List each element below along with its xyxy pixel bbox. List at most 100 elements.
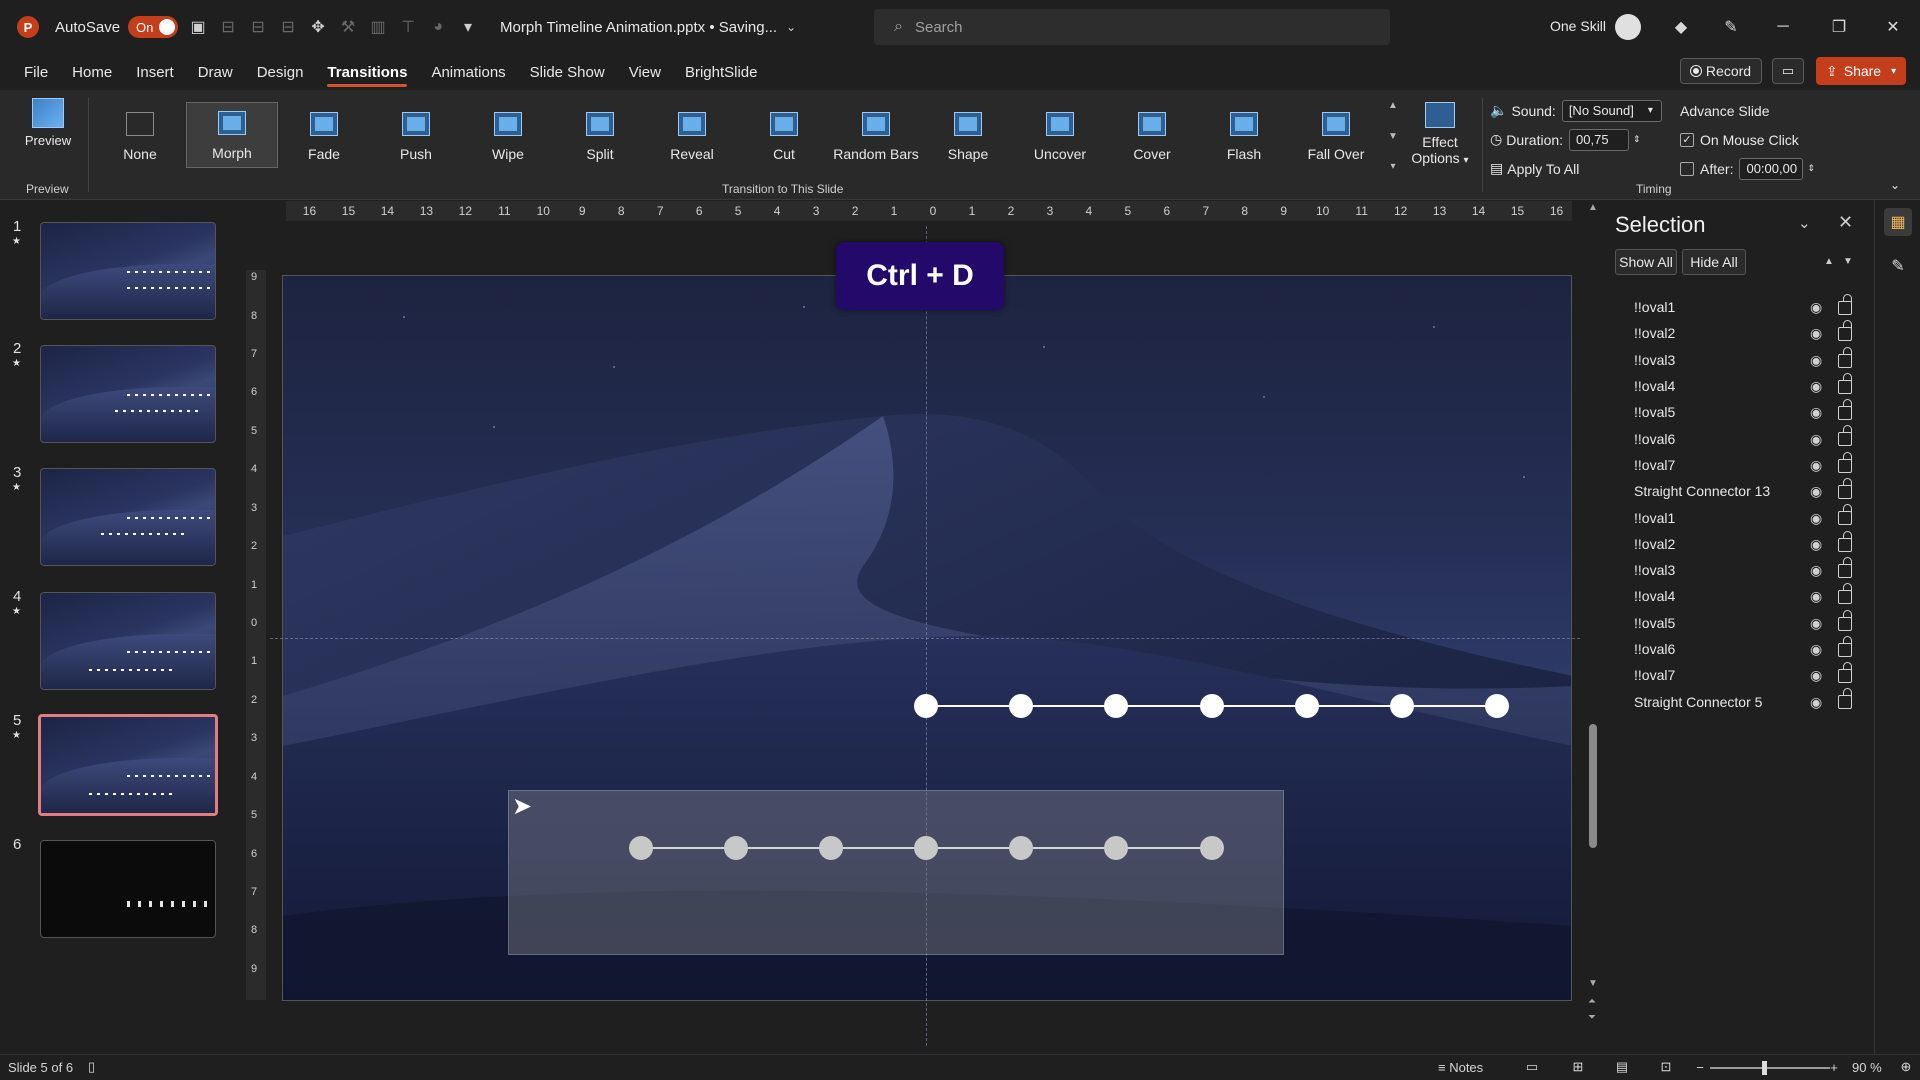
spinner-icon[interactable]: ⇕ <box>1633 134 1641 145</box>
comments-button[interactable]: ▭ <box>1772 58 1804 84</box>
after-checkbox[interactable] <box>1680 161 1694 176</box>
scrollbar-thumb[interactable] <box>1589 724 1597 848</box>
visibility-eye-icon[interactable]: ◉ <box>1810 537 1828 551</box>
visibility-eye-icon[interactable]: ◉ <box>1810 589 1828 603</box>
bring-forward-icon[interactable]: ▲ <box>1821 253 1837 269</box>
timeline-dot[interactable] <box>1200 836 1224 860</box>
transition-cover[interactable]: Cover <box>1106 102 1198 168</box>
diamond-icon[interactable]: ◆ <box>1668 14 1694 40</box>
unlock-icon[interactable] <box>1838 504 1852 526</box>
unlock-icon[interactable] <box>1838 478 1852 500</box>
sound-select[interactable]: [No Sound] <box>1561 99 1662 122</box>
selection-item[interactable]: !!oval7 ◉ <box>1602 662 1874 688</box>
notes-button[interactable]: ≡ Notes <box>1438 1060 1483 1075</box>
slide-thumbnail-1[interactable] <box>40 222 216 320</box>
unlock-icon[interactable] <box>1838 399 1852 421</box>
on-mouse-click-checkbox[interactable]: ✓ <box>1680 132 1694 147</box>
zoom-out-icon[interactable]: − <box>1690 1058 1710 1076</box>
unlock-icon[interactable] <box>1838 662 1852 684</box>
slide-thumbnail-2[interactable] <box>40 345 216 443</box>
unlock-icon[interactable] <box>1838 346 1852 368</box>
transition-cut[interactable]: Cut <box>738 102 830 168</box>
unlock-icon[interactable] <box>1838 425 1852 447</box>
customize-toolbar-icon[interactable]: ▾ <box>458 17 478 37</box>
menu-view[interactable]: View <box>629 57 661 87</box>
preview-button[interactable]: Preview <box>20 98 76 148</box>
timeline-dot[interactable] <box>1295 694 1319 718</box>
visibility-eye-icon[interactable]: ◉ <box>1810 353 1828 367</box>
menu-insert[interactable]: Insert <box>136 57 174 87</box>
zoom-in-icon[interactable]: + <box>1824 1058 1844 1076</box>
timeline-dot[interactable] <box>914 694 938 718</box>
avatar[interactable] <box>1615 14 1641 40</box>
send-backward-icon[interactable]: ▼ <box>1840 253 1856 269</box>
slide-sorter-icon[interactable]: ⊞ <box>1568 1058 1588 1076</box>
unlock-icon[interactable] <box>1838 688 1852 710</box>
menu-draw[interactable]: Draw <box>198 57 233 87</box>
slide-thumbnail-6[interactable] <box>40 840 216 938</box>
unlock-icon[interactable] <box>1838 583 1852 605</box>
selection-item[interactable]: !!oval4 ◉ <box>1602 583 1874 609</box>
share-button[interactable]: ⇪ Share ▾ <box>1816 57 1906 85</box>
visibility-eye-icon[interactable]: ◉ <box>1810 379 1828 393</box>
chevron-down-icon[interactable]: ⌄ <box>781 17 801 37</box>
selection-item[interactable]: !!oval3 ◉ <box>1602 346 1874 373</box>
menu-transitions[interactable]: Transitions <box>327 57 408 87</box>
normal-view-icon[interactable]: ▭ <box>1522 1058 1542 1076</box>
scroll-up-icon[interactable]: ▲ <box>1588 202 1598 213</box>
selection-item[interactable]: Straight Connector 5 ◉ <box>1602 688 1874 714</box>
transition-fade[interactable]: Fade <box>278 102 370 168</box>
selection-pane-icon[interactable]: ▦ <box>1884 208 1912 236</box>
user-name[interactable]: One Skill <box>1550 18 1606 34</box>
align-left-icon[interactable]: ⊟ <box>218 17 238 37</box>
selection-item[interactable]: !!oval6 ◉ <box>1602 635 1874 662</box>
visibility-eye-icon[interactable]: ◉ <box>1810 405 1828 419</box>
selection-item[interactable]: !!oval6 ◉ <box>1602 425 1874 451</box>
unlock-icon[interactable] <box>1838 372 1852 394</box>
reading-view-icon[interactable]: ▤ <box>1612 1058 1632 1076</box>
designer-icon[interactable]: ✎ <box>1884 252 1912 280</box>
slide-thumbnail-3[interactable] <box>40 468 216 566</box>
unlock-icon[interactable] <box>1838 609 1852 631</box>
menu-file[interactable]: File <box>24 57 48 87</box>
after-input[interactable]: 00:00,00 <box>1739 157 1804 180</box>
timeline-dot[interactable] <box>1009 836 1033 860</box>
zoom-level[interactable]: 90 % <box>1852 1060 1882 1075</box>
canvas-scrollbar[interactable]: ▲ ▼ ⏶ ⏷ <box>1586 200 1602 1036</box>
transition-morph[interactable]: Morph <box>186 102 278 168</box>
selection-item[interactable]: !!oval2 ◉ <box>1602 320 1874 346</box>
transition-flash[interactable]: Flash <box>1198 102 1290 168</box>
shapes-icon[interactable]: ◕ <box>428 17 448 37</box>
selection-item[interactable]: !!oval2 ◉ <box>1602 530 1874 557</box>
minimize-icon[interactable]: ─ <box>1770 14 1796 40</box>
unlock-icon[interactable] <box>1838 530 1852 552</box>
selection-item[interactable]: !!oval3 ◉ <box>1602 556 1874 583</box>
table-icon[interactable]: ⊤ <box>398 17 418 37</box>
visibility-eye-icon[interactable]: ◉ <box>1810 300 1828 314</box>
unlock-icon[interactable] <box>1838 451 1852 473</box>
save-icon[interactable]: ▣ <box>188 17 208 37</box>
transition-wipe[interactable]: Wipe <box>462 102 554 168</box>
gallery-down-icon[interactable]: ▼ <box>1388 131 1398 142</box>
chevron-down-icon[interactable]: ▾ <box>1648 105 1653 116</box>
selection-item[interactable]: !!oval5 ◉ <box>1602 399 1874 425</box>
visibility-eye-icon[interactable]: ◉ <box>1810 511 1828 525</box>
menu-design[interactable]: Design <box>257 57 304 87</box>
timeline-dot[interactable] <box>1104 694 1128 718</box>
selection-item[interactable]: !!oval5 ◉ <box>1602 609 1874 636</box>
record-button[interactable]: Record <box>1680 58 1762 84</box>
slide-thumbnail-4[interactable] <box>40 592 216 690</box>
transition-random-bars[interactable]: Random Bars <box>830 102 922 168</box>
timeline-dot[interactable] <box>914 836 938 860</box>
collapse-ribbon-icon[interactable]: ⌄ <box>1890 178 1900 192</box>
unlock-icon[interactable] <box>1838 294 1852 315</box>
visibility-eye-icon[interactable]: ◉ <box>1810 563 1828 577</box>
apply-to-all-button[interactable]: Apply To All <box>1507 161 1579 177</box>
transition-reveal[interactable]: Reveal <box>646 102 738 168</box>
transition-shape[interactable]: Shape <box>922 102 1014 168</box>
show-all-button[interactable]: Show All <box>1615 249 1677 275</box>
scroll-down-icon[interactable]: ▼ <box>1588 978 1598 989</box>
align-right-icon[interactable]: ⊟ <box>278 17 298 37</box>
duration-input[interactable]: 00,75 <box>1569 128 1630 151</box>
selection-item[interactable]: !!oval1 ◉ <box>1602 504 1874 530</box>
